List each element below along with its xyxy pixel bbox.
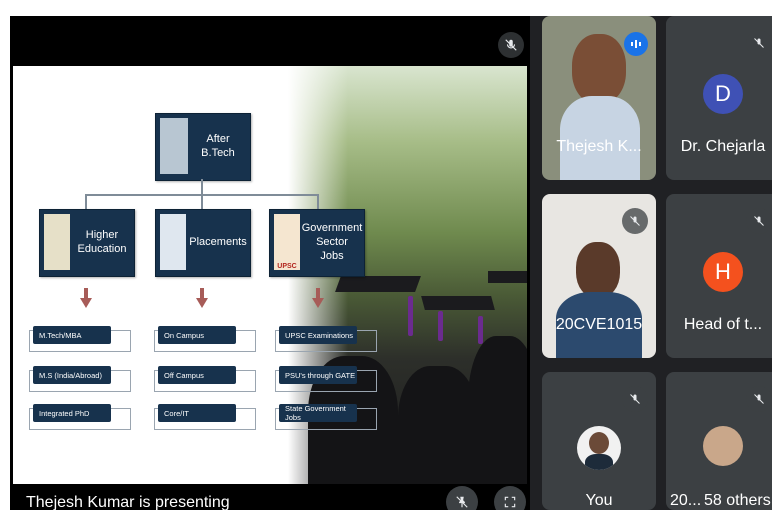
- list-item: UPSC Examinations: [275, 326, 377, 352]
- avatar: [703, 426, 743, 466]
- list-item: Core/IT: [154, 404, 256, 430]
- avatar: [577, 426, 621, 470]
- audio-level-icon: [624, 32, 648, 56]
- connector: [317, 194, 319, 209]
- participant-video: [576, 242, 620, 298]
- people-thumbnail: [160, 214, 186, 270]
- down-arrow-icon: [316, 288, 320, 298]
- mic-off-icon: [746, 30, 772, 56]
- down-arrow-icon: [80, 298, 92, 308]
- list-item: Off Campus: [154, 366, 256, 392]
- mic-off-icon: [498, 32, 524, 58]
- branch-label-line2: Education: [77, 243, 127, 255]
- connector: [201, 194, 203, 209]
- mic-off-icon: [746, 208, 772, 234]
- graduates-thumbnail: [160, 118, 188, 174]
- participant-tile[interactable]: Thejesh K...: [542, 16, 656, 180]
- mic-off-icon: [622, 386, 648, 412]
- connector: [85, 194, 87, 209]
- branch-label-line1: Higher: [85, 229, 119, 242]
- participant-tile-others[interactable]: 20... 58 others: [666, 372, 772, 510]
- list-item: M.S (India/Abroad): [29, 366, 131, 392]
- connector: [201, 179, 203, 195]
- fullscreen-icon[interactable]: [494, 486, 526, 510]
- book-thumbnail: [44, 214, 70, 270]
- branch-label-line1: Government: [301, 222, 363, 235]
- list-item: On Campus: [154, 326, 256, 352]
- participant-video: [572, 34, 626, 104]
- mic-off-icon: [622, 208, 648, 234]
- participant-name: 20...: [670, 492, 702, 509]
- participant-name: 20CVE1015: [555, 316, 643, 333]
- meeting-window: After B.Tech Higher Education Placements: [10, 16, 772, 510]
- root-label: After B.Tech: [201, 133, 235, 159]
- branch-higher-education: Higher Education: [39, 209, 135, 277]
- branch-government-jobs: UPSC Government Sector Jobs: [269, 209, 365, 277]
- avatar: H: [703, 252, 743, 292]
- participant-tile[interactable]: You: [542, 372, 656, 510]
- participant-name: Head of t...: [683, 316, 763, 333]
- branch-label-line2: Sector Jobs: [316, 236, 348, 262]
- participant-name: Thejesh K...: [556, 138, 642, 155]
- branch-placements: Placements: [155, 209, 251, 277]
- participant-tile[interactable]: D Dr. Chejarla: [666, 16, 772, 180]
- others-count: 58 others: [704, 492, 771, 509]
- participant-name: You: [585, 492, 613, 509]
- list-item: PSU's through GATE: [275, 366, 377, 392]
- mic-off-icon: [746, 386, 772, 412]
- down-arrow-icon: [196, 298, 208, 308]
- participant-tile[interactable]: H Head of t...: [666, 194, 772, 358]
- avatar: D: [703, 74, 743, 114]
- branch-label: Placements: [189, 236, 247, 249]
- pin-off-icon[interactable]: [446, 486, 478, 510]
- upsc-logo: UPSC: [274, 214, 300, 270]
- down-arrow-icon: [312, 298, 324, 308]
- down-arrow-icon: [200, 288, 204, 298]
- presentation-stage[interactable]: After B.Tech Higher Education Placements: [10, 16, 530, 510]
- presenter-caption: Thejesh Kumar is presenting: [26, 494, 230, 510]
- shared-slide: After B.Tech Higher Education Placements: [13, 66, 527, 484]
- participant-name: Dr. Chejarla: [680, 138, 766, 155]
- list-item: State Government Jobs: [275, 404, 377, 430]
- list-item: Integrated PhD: [29, 404, 131, 430]
- list-item: M.Tech/MBA: [29, 326, 131, 352]
- participant-tile[interactable]: 20CVE1015: [542, 194, 656, 358]
- root-node: After B.Tech: [155, 113, 251, 181]
- down-arrow-icon: [84, 288, 88, 298]
